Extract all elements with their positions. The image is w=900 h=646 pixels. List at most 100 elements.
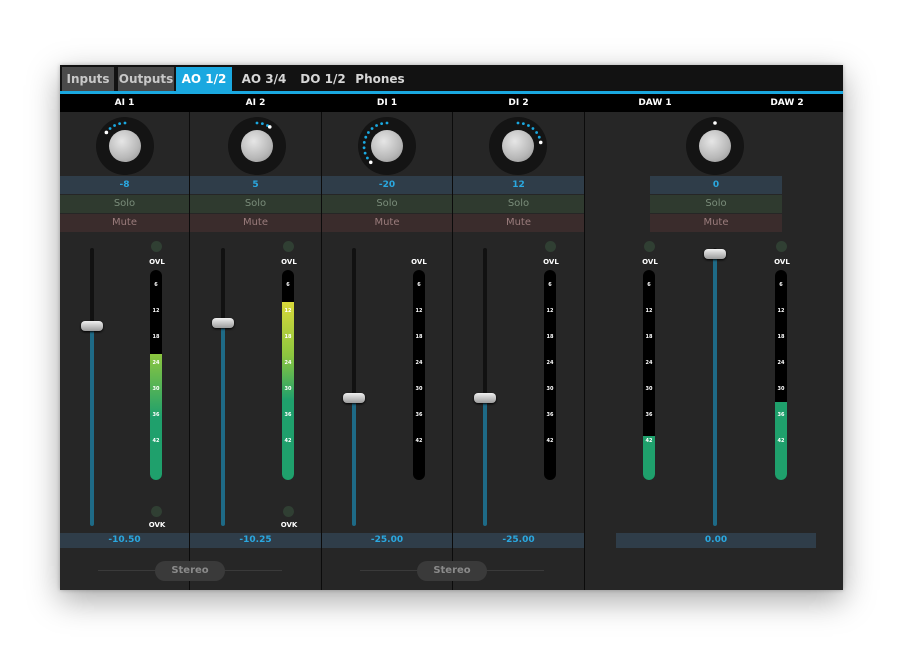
meter-tick-label: 24 <box>284 360 292 366</box>
overload-indicator <box>283 241 294 252</box>
meter-tick-label: 30 <box>645 386 653 392</box>
fader-db-ai1[interactable]: -10.50 <box>60 533 189 548</box>
meter-tick-label: 42 <box>415 438 423 444</box>
solo-button-ai2[interactable]: Solo <box>190 195 321 213</box>
knob-cap <box>502 130 534 162</box>
gain-arc-dot <box>113 124 116 127</box>
fader-db-daw[interactable]: 0.00 <box>616 533 816 548</box>
meter-tick-label: 36 <box>645 412 653 418</box>
mute-button-di2[interactable]: Mute <box>453 214 584 232</box>
knob-cap <box>699 130 731 162</box>
fader-track-daw[interactable] <box>713 248 717 526</box>
solo-button-ai1[interactable]: Solo <box>60 195 189 213</box>
mute-button-daw[interactable]: Mute <box>650 214 782 232</box>
tab-do-1-2[interactable]: DO 1/2 <box>296 67 350 91</box>
stereo-link-button-di[interactable]: Stereo <box>417 561 487 581</box>
fader-fill <box>483 398 487 526</box>
mute-button-ai2[interactable]: Mute <box>190 214 321 232</box>
meter-tick-label: 36 <box>152 412 160 418</box>
fader-db-di2[interactable]: -25.00 <box>453 533 584 548</box>
meter-tick-label: 6 <box>548 282 552 288</box>
level-meter-daw1: 6 12 18 24 30 36 42 <box>643 270 655 480</box>
fader-db-di1[interactable]: -25.00 <box>322 533 452 548</box>
gain-pointer-dot <box>267 125 272 129</box>
meter-tick-label: 24 <box>777 360 785 366</box>
solo-button-daw[interactable]: Solo <box>650 195 782 213</box>
meter-tick-label: 18 <box>152 334 160 340</box>
ovl-label: OVL <box>774 258 790 266</box>
fader-handle-ai2[interactable] <box>212 318 234 329</box>
gain-value-daw[interactable]: 0 <box>650 176 782 194</box>
meter-tick-label: 24 <box>415 360 423 366</box>
channel-name-ai2: AI 2 <box>245 98 266 108</box>
gain-value-di1[interactable]: -20 <box>322 176 452 194</box>
gain-arc-dot <box>365 156 369 160</box>
fader-handle-daw[interactable] <box>704 248 726 259</box>
mute-button-ai1[interactable]: Mute <box>60 214 189 232</box>
channel-name-di1: DI 1 <box>376 98 398 108</box>
gain-value-ai2[interactable]: 5 <box>190 176 321 194</box>
level-meter-ai1: 6 12 18 24 30 36 42 <box>150 270 162 480</box>
meter-tick-label: 18 <box>284 334 292 340</box>
tab-ao-1-2[interactable]: AO 1/2 <box>176 67 232 91</box>
tab-inputs[interactable]: Inputs <box>62 67 114 91</box>
fader-fill <box>713 253 717 526</box>
gain-knob-ai2[interactable] <box>228 117 286 175</box>
ovk-label: OVK <box>148 521 166 529</box>
meter-tick-label: 30 <box>415 386 423 392</box>
gain-value-ai1[interactable]: -8 <box>60 176 189 194</box>
stereo-link-button-ai[interactable]: Stereo <box>155 561 225 581</box>
gain-arc-dot <box>255 121 259 125</box>
gain-arc-dot <box>380 122 384 126</box>
gain-knob-ai1[interactable] <box>96 117 154 175</box>
meter-tick-label: 30 <box>777 386 785 392</box>
fader-track-di2[interactable] <box>483 248 487 526</box>
overload-indicator <box>151 506 162 517</box>
fader-handle-ai1[interactable] <box>81 320 103 331</box>
meter-tick-label: 6 <box>779 282 783 288</box>
level-meter-daw2: 6 12 18 24 30 36 42 <box>775 270 787 480</box>
fader-track-ai1[interactable] <box>90 248 94 526</box>
gain-arc-dot <box>362 141 366 144</box>
tab-phones[interactable]: Phones <box>352 67 408 91</box>
level-meter-di2: 6 12 18 24 30 36 42 <box>544 270 556 480</box>
knob-cap <box>241 130 273 162</box>
gain-arc-dot <box>362 146 366 150</box>
overload-indicator <box>151 241 162 252</box>
meter-tick-label: 6 <box>154 282 158 288</box>
overload-indicator <box>644 241 655 252</box>
gain-arc-dot <box>108 127 112 130</box>
fader-handle-di1[interactable] <box>343 393 365 404</box>
meter-tick-label: 18 <box>645 334 653 340</box>
ovl-label: OVL <box>543 258 559 266</box>
gain-value-di2[interactable]: 12 <box>453 176 584 194</box>
solo-button-di1[interactable]: Solo <box>322 195 452 213</box>
meter-tick-label: 12 <box>152 308 160 314</box>
channel-divider <box>584 112 585 590</box>
fader-handle-di2[interactable] <box>474 393 496 404</box>
fader-track-di1[interactable] <box>352 248 356 526</box>
fader-track-ai2[interactable] <box>221 248 225 526</box>
fader-fill <box>221 323 225 526</box>
level-meter-ai2: 6 12 18 24 30 36 42 <box>282 270 294 480</box>
meter-tick-label: 36 <box>546 412 554 418</box>
gain-arc-dot <box>527 124 530 127</box>
meter-tick-label: 42 <box>777 438 785 444</box>
meter-tick-label: 36 <box>284 412 292 418</box>
tab-ao-3-4[interactable]: AO 3/4 <box>236 67 292 91</box>
meter-tick-label: 12 <box>777 308 785 314</box>
fader-db-ai2[interactable]: -10.25 <box>190 533 321 548</box>
meter-tick-label: 12 <box>645 308 653 314</box>
gain-arc-dot <box>531 127 535 130</box>
channel-header-row: AI 1 AI 2 DI 1 DI 2 DAW 1 DAW 2 <box>60 94 843 112</box>
tab-outputs[interactable]: Outputs <box>118 67 174 91</box>
fader-fill <box>352 398 356 526</box>
overload-indicator <box>283 506 294 517</box>
solo-button-di2[interactable]: Solo <box>453 195 584 213</box>
gain-knob-daw[interactable] <box>686 117 744 175</box>
meter-tick-label: 42 <box>284 438 292 444</box>
mute-button-di1[interactable]: Mute <box>322 214 452 232</box>
gain-knob-di2[interactable] <box>489 117 547 175</box>
gain-pointer-dot <box>538 140 543 145</box>
gain-knob-di1[interactable] <box>358 117 416 175</box>
